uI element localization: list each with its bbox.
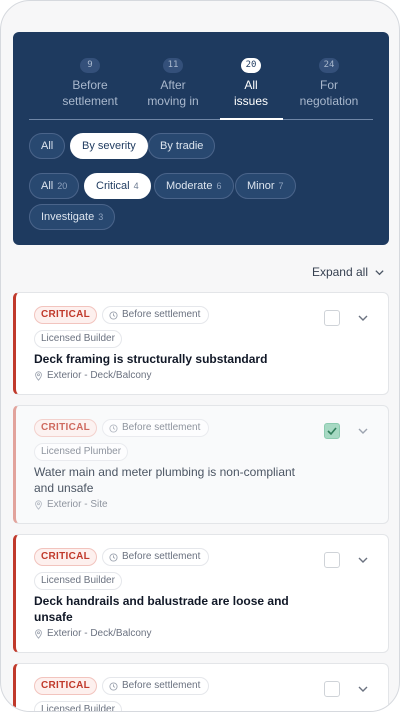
- issue-card[interactable]: CRITICAL Before settlement Licensed Plum…: [13, 405, 389, 524]
- view-filter-by-tradie[interactable]: By tradie: [148, 133, 216, 159]
- phase-tag: Before settlement: [102, 677, 210, 695]
- tabs-divider: [29, 119, 373, 120]
- severity-badge: CRITICAL: [34, 677, 98, 695]
- phase-tag: Before settlement: [102, 548, 210, 566]
- phase-tag: Before settlement: [102, 419, 210, 437]
- severity-filter-critical[interactable]: Critical 4: [84, 173, 151, 199]
- location-pin-icon: [35, 628, 42, 639]
- phase-tabs: 9 Before settlement 11 After moving in 20 …: [13, 32, 389, 122]
- severity-filter-minor[interactable]: Minor 7: [235, 173, 296, 199]
- chevron-down-icon[interactable]: [356, 424, 370, 438]
- issue-location: Exterior - Site: [34, 499, 108, 510]
- tab-before-settlement[interactable]: 9 Before settlement: [43, 54, 137, 109]
- tab-count: 20: [240, 58, 262, 73]
- checkmark-icon: [327, 427, 337, 436]
- phase-tag: Before settlement: [102, 306, 210, 324]
- severity-badge: CRITICAL: [34, 548, 98, 566]
- view-filter-all[interactable]: All: [29, 133, 66, 159]
- chevron-down-icon[interactable]: [356, 682, 370, 696]
- resolved-checkbox[interactable]: [324, 310, 340, 326]
- issue-location: Exterior - Deck/Balcony: [34, 628, 151, 639]
- clock-icon: [109, 423, 118, 433]
- issue-card[interactable]: CRITICAL Before settlement Licensed Buil…: [13, 534, 389, 653]
- issue-card[interactable]: CRITICAL Before settlement Licensed Buil…: [13, 663, 389, 711]
- issue-card[interactable]: CRITICAL Before settlement Licensed Buil…: [13, 292, 389, 395]
- severity-filter-moderate[interactable]: Moderate 6: [154, 173, 234, 199]
- resolved-checkbox[interactable]: [324, 681, 340, 697]
- phone-frame: 9 Before settlement 11 After moving in 20 …: [0, 0, 400, 712]
- issue-title: Water main and meter plumbing is non-com…: [34, 465, 296, 495]
- tab-count: 9: [80, 58, 100, 73]
- issue-location: Exterior - Deck/Balcony: [34, 370, 151, 381]
- resolved-checkbox[interactable]: [324, 423, 340, 439]
- tab-label: For negotiation: [299, 78, 359, 108]
- location-pin-icon: [35, 370, 42, 381]
- clock-icon: [109, 552, 118, 562]
- chevron-down-icon: [375, 269, 384, 275]
- location-pin-icon: [35, 499, 42, 510]
- trade-tag: Licensed Builder: [34, 701, 122, 711]
- expand-all-label: Expand all: [311, 265, 368, 279]
- tab-for-negotiation[interactable]: 24 For negotiation: [282, 54, 376, 109]
- issue-title: Deck handrails and balustrade are loose …: [34, 594, 289, 624]
- severity-filter-investigate[interactable]: Investigate 3: [29, 204, 116, 230]
- view-filter-by-severity[interactable]: By severity: [70, 133, 148, 159]
- issue-title: Deck framing is structurally substandard: [34, 352, 268, 366]
- severity-badge: CRITICAL: [34, 419, 98, 437]
- expand-all-button[interactable]: Expand all: [312, 265, 385, 279]
- tab-count: 11: [162, 58, 184, 73]
- severity-badge: CRITICAL: [34, 306, 98, 324]
- clock-icon: [109, 681, 118, 691]
- tab-count: 24: [318, 58, 340, 73]
- trade-tag: Licensed Builder: [34, 572, 122, 590]
- clock-icon: [109, 310, 118, 320]
- active-tab-indicator: [220, 118, 283, 120]
- filter-panel: 9 Before settlement 11 After moving in 20 …: [13, 32, 389, 245]
- resolved-checkbox[interactable]: [324, 552, 340, 568]
- chevron-down-icon[interactable]: [356, 311, 370, 325]
- trade-tag: Licensed Plumber: [34, 443, 129, 461]
- tab-label: Before settlement: [62, 78, 118, 108]
- chevron-down-icon[interactable]: [356, 553, 370, 567]
- severity-filter-all[interactable]: All 20: [29, 173, 80, 199]
- trade-tag: Licensed Builder: [34, 330, 122, 348]
